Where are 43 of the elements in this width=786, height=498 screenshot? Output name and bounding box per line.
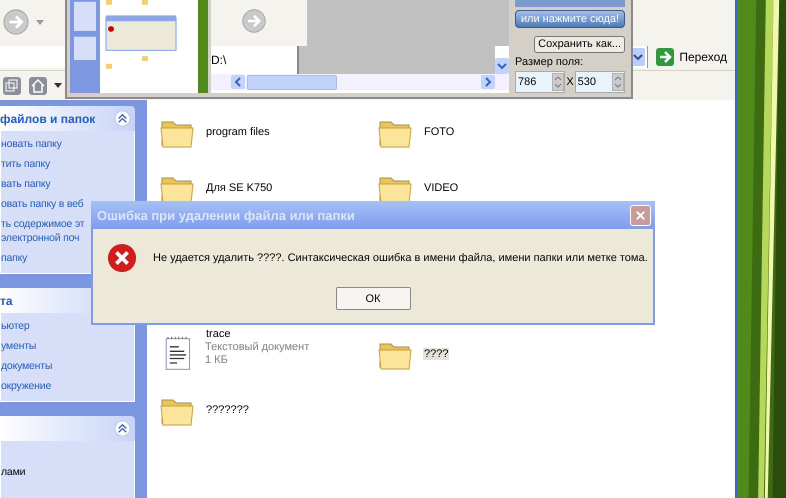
task-link[interactable]: документы <box>1 359 134 373</box>
spinner-icon[interactable] <box>552 72 564 91</box>
dialog-title: Ошибка при удалении файла или папки <box>97 208 355 222</box>
views-icon[interactable] <box>2 76 22 96</box>
task-link[interactable]: ьютер <box>1 319 134 333</box>
scroll-right-icon[interactable] <box>481 75 495 89</box>
file-size: 1 КБ <box>205 354 229 366</box>
folder-name[interactable]: ??????? <box>205 404 250 416</box>
panel-title[interactable]: та <box>0 294 13 308</box>
task-link[interactable]: тить папку <box>1 157 134 171</box>
horizontal-scrollbar[interactable] <box>211 74 509 90</box>
size-label: Размер поля: <box>515 56 584 68</box>
close-button[interactable] <box>630 204 651 226</box>
error-icon <box>107 243 137 273</box>
task-link[interactable]: ументы <box>1 339 134 353</box>
go-button[interactable]: Переход <box>648 46 735 68</box>
ok-button[interactable]: ОК <box>336 287 410 310</box>
save-as-button[interactable]: Сохранить как... <box>534 36 625 53</box>
error-message: Не удается удалить ????. Синтаксическая ошибка в имени файла, имени папки или метке тома. <box>153 252 648 264</box>
home-icon[interactable] <box>28 76 48 96</box>
scroll-thumb[interactable] <box>247 74 337 90</box>
scroll-down-icon[interactable] <box>495 58 509 74</box>
scroll-left-icon[interactable] <box>231 75 245 89</box>
height-field[interactable]: 530 <box>574 70 625 93</box>
task-link[interactable]: вать папку <box>1 177 134 191</box>
folder-name[interactable]: Для SE K750 <box>205 182 274 194</box>
close-icon <box>635 210 646 220</box>
folder-name[interactable]: FOTO <box>423 126 456 138</box>
address-text: D:\ <box>211 53 228 67</box>
width-field[interactable]: 786 <box>515 70 566 93</box>
task-link[interactable]: окружение <box>1 379 134 393</box>
file-type: Текстовый документ <box>205 341 310 353</box>
times-sign: X <box>566 76 574 88</box>
caret-icon[interactable] <box>54 83 62 88</box>
folder-name[interactable]: ???? <box>423 348 450 360</box>
folder-name[interactable]: VIDEO <box>423 182 460 194</box>
collapse-icon[interactable] <box>114 110 131 127</box>
file-name[interactable]: trace <box>205 328 310 340</box>
folder-name[interactable]: program files <box>205 126 271 138</box>
spinner-icon[interactable] <box>612 72 624 91</box>
collapse-icon[interactable] <box>114 420 131 437</box>
arrow-icon <box>656 48 674 66</box>
task-link[interactable]: новать папку <box>1 137 134 151</box>
